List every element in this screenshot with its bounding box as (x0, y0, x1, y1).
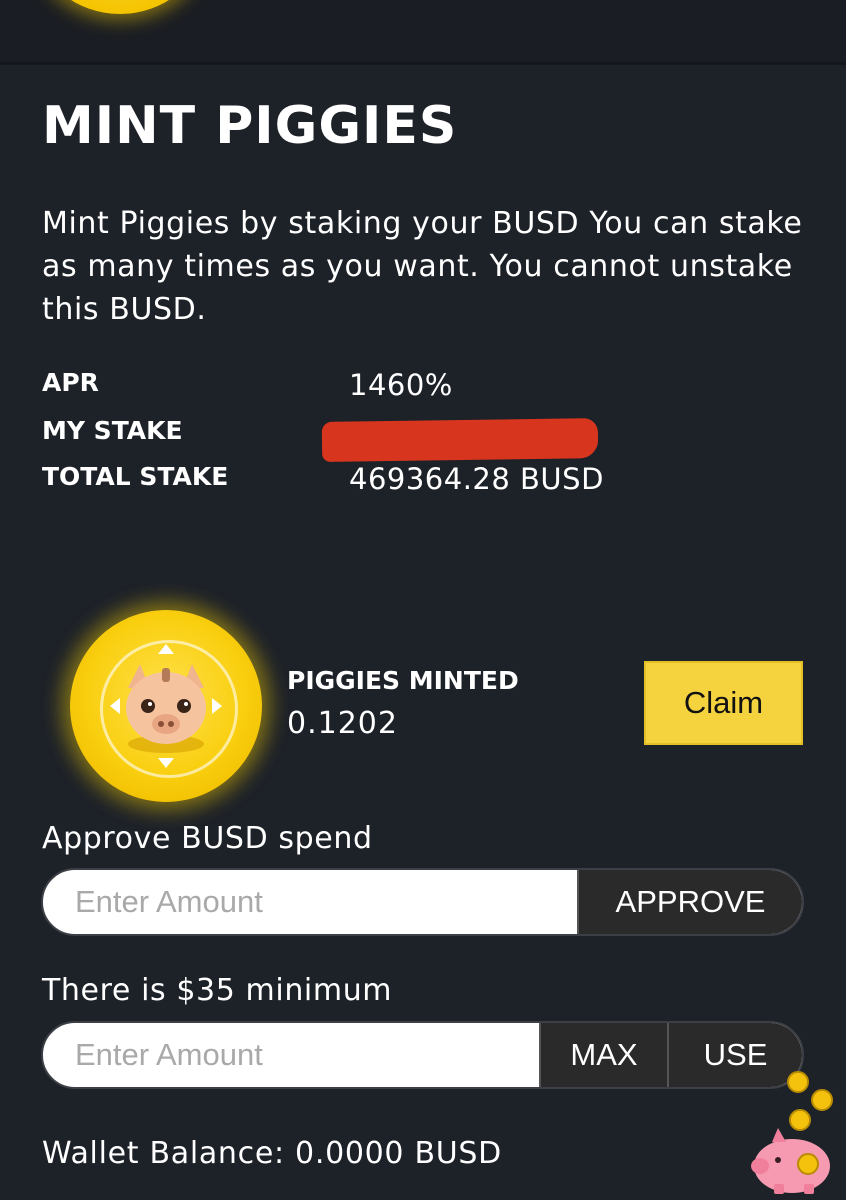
description-text: Mint Piggies by staking your BUSD You ca… (42, 206, 803, 327)
piggy-coin-icon (70, 610, 262, 802)
wallet-balance: Wallet Balance: 0.0000 BUSD (42, 1136, 502, 1171)
max-button[interactable]: MAX (539, 1023, 667, 1087)
approve-label: Approve BUSD spend (42, 821, 373, 856)
apr-value: 1460% (349, 368, 453, 402)
apr-label: APR (42, 368, 99, 397)
stake-input-group: MAX USE (41, 1021, 804, 1089)
total-stake-value: 469364.28 BUSD (349, 462, 604, 496)
approve-input-group: APPROVE (41, 868, 804, 936)
header-coin-icon (40, 0, 200, 14)
piggies-minted-value: 0.1202 (287, 706, 398, 741)
stake-amount-input[interactable] (43, 1023, 539, 1087)
total-stake-label: TOTAL STAKE (42, 462, 229, 491)
approve-button[interactable]: APPROVE (577, 870, 802, 934)
claim-button[interactable]: Claim (644, 661, 803, 745)
redaction-mark (321, 418, 599, 462)
top-bar (0, 0, 846, 65)
floating-piggy-bank-icon[interactable] (748, 1068, 844, 1196)
my-stake-label: MY STAKE (42, 416, 183, 445)
piggies-minted-label: PIGGIES MINTED (287, 666, 519, 695)
minimum-label: There is $35 minimum (42, 973, 393, 1008)
approve-amount-input[interactable] (43, 870, 577, 934)
page-title: MINT PIGGIES (42, 96, 458, 156)
